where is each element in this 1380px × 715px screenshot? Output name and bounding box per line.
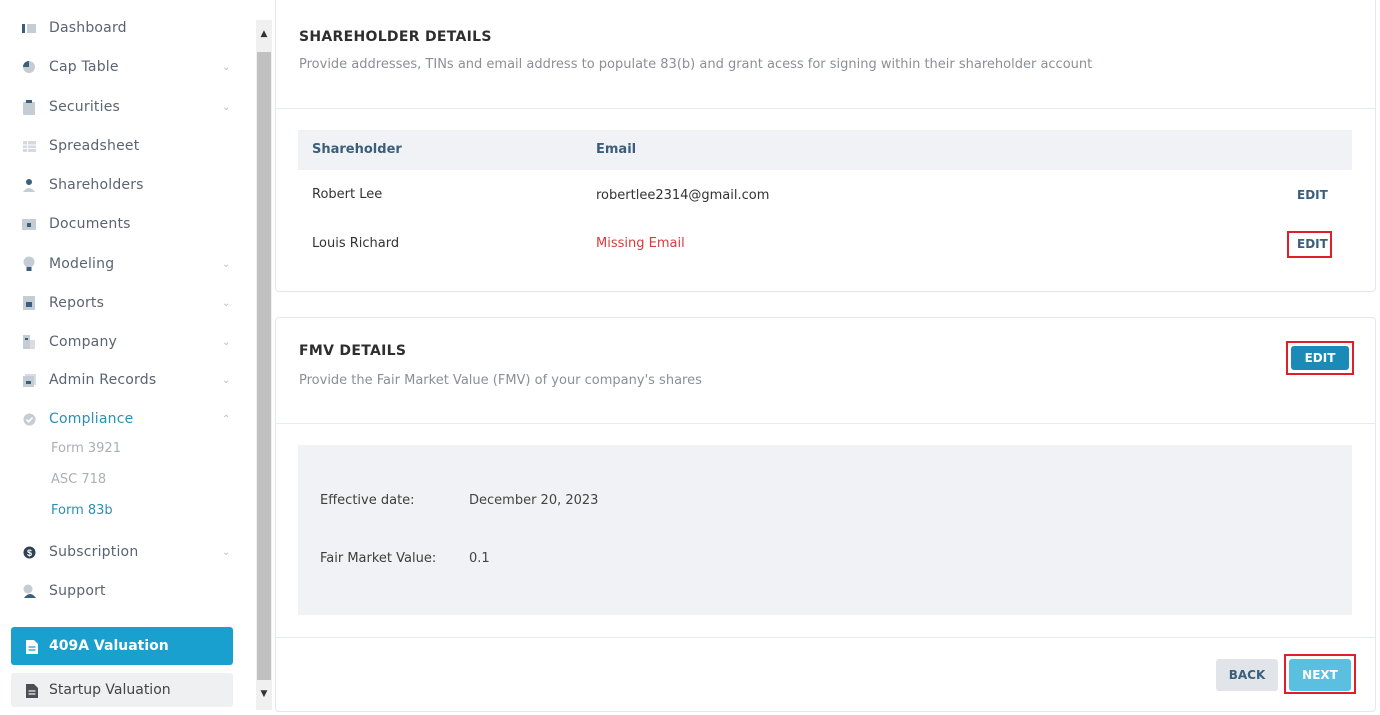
- user-icon: [21, 177, 37, 193]
- dollar-icon: $: [21, 544, 37, 560]
- sidebar-item-label: Reports: [49, 295, 105, 311]
- sidebar-item-label: Company: [49, 334, 118, 350]
- shareholder-name: Louis Richard: [312, 236, 400, 251]
- chevron-down-icon: ⌄: [222, 61, 231, 73]
- dashboard-icon: [21, 20, 37, 36]
- shareholder-details-subtitle: Provide addresses, TINs and email addres…: [299, 57, 1093, 72]
- sidebar-item-shareholders[interactable]: Shareholders: [0, 168, 248, 202]
- sidebar-item-reports[interactable]: Reports ⌄: [0, 286, 248, 320]
- sidebar-subitem-asc-718[interactable]: ASC 718: [51, 472, 106, 487]
- support-icon: [21, 583, 37, 599]
- effective-date-value: December 20, 2023: [469, 493, 599, 508]
- shareholder-name: Robert Lee: [312, 187, 383, 202]
- edit-shareholder-button[interactable]: EDIT: [1297, 237, 1328, 251]
- sidebar-item-admin-records[interactable]: Admin Records ⌄: [0, 363, 248, 397]
- sidebar-item-documents[interactable]: Documents: [0, 207, 248, 241]
- sidebar-item-spreadsheet[interactable]: Spreadsheet: [0, 129, 248, 163]
- sidebar-item-company[interactable]: Company ⌄: [0, 325, 248, 359]
- effective-date-label: Effective date:: [320, 493, 415, 508]
- fair-market-value-label: Fair Market Value:: [320, 551, 437, 566]
- sidebar-subitem-form-83b[interactable]: Form 83b: [51, 503, 113, 518]
- chevron-down-icon: ⌄: [222, 546, 231, 558]
- sidebar-item-dashboard[interactable]: Dashboard: [0, 11, 248, 45]
- lightbulb-icon: [21, 256, 37, 272]
- startup-valuation-button[interactable]: Startup Valuation: [11, 673, 233, 707]
- sidebar-item-label: Compliance: [49, 411, 134, 427]
- sidebar-item-label: Securities: [49, 99, 121, 115]
- sidebar-item-label: Modeling: [49, 256, 115, 272]
- edit-shareholder-button[interactable]: EDIT: [1297, 188, 1328, 202]
- chevron-down-icon: ⌄: [222, 336, 231, 348]
- sidebar-item-support[interactable]: Support: [0, 574, 248, 608]
- building-icon: [21, 334, 37, 350]
- divider: [276, 108, 1375, 109]
- sidebar-item-label: Spreadsheet: [49, 138, 140, 154]
- table-icon: [21, 138, 37, 154]
- divider: [276, 423, 1375, 424]
- column-header-shareholder: Shareholder: [312, 142, 402, 157]
- sidebar-item-securities[interactable]: Securities ⌄: [0, 90, 248, 124]
- document-icon: [26, 683, 38, 698]
- sidebar-item-subscription[interactable]: $ Subscription ⌄: [0, 535, 248, 569]
- pie-chart-icon: [21, 59, 37, 75]
- sidebar-item-cap-table[interactable]: Cap Table ⌄: [0, 50, 248, 84]
- chevron-up-icon: ⌃: [222, 413, 231, 425]
- sidebar-item-label: Dashboard: [49, 20, 127, 36]
- sidebar-item-label: Admin Records: [49, 372, 157, 388]
- chevron-down-icon: ⌄: [222, 101, 231, 113]
- clipboard-icon: [21, 99, 37, 115]
- scrollbar-thumb[interactable]: [257, 52, 271, 680]
- sidebar-subitem-form-3921[interactable]: Form 3921: [51, 441, 121, 456]
- shareholder-email: robertlee2314@gmail.com: [596, 188, 770, 203]
- sidebar-item-compliance[interactable]: Compliance ⌃: [0, 402, 248, 436]
- report-icon: [21, 295, 37, 311]
- document-icon: [26, 639, 38, 654]
- edit-fmv-button[interactable]: EDIT: [1291, 346, 1349, 370]
- next-button[interactable]: NEXT: [1289, 659, 1351, 691]
- scroll-down-arrow[interactable]: ▼: [256, 686, 272, 702]
- fmv-values-panel: Effective date: December 20, 2023 Fair M…: [298, 445, 1352, 615]
- svg-text:$: $: [26, 548, 31, 558]
- sidebar-item-modeling[interactable]: Modeling ⌄: [0, 247, 248, 281]
- fmv-details-subtitle: Provide the Fair Market Value (FMV) of y…: [299, 373, 702, 388]
- sidebar-item-label: Documents: [49, 216, 131, 232]
- 409a-valuation-button[interactable]: 409A Valuation: [11, 627, 233, 665]
- column-header-email: Email: [596, 142, 637, 157]
- folder-icon: [21, 216, 37, 232]
- chevron-down-icon: ⌄: [222, 258, 231, 270]
- scroll-up-arrow[interactable]: ▲: [256, 26, 272, 42]
- fmv-details-title: FMV DETAILS: [299, 343, 407, 359]
- sidebar-item-label: Shareholders: [49, 177, 144, 193]
- records-icon: [21, 372, 37, 388]
- chevron-down-icon: ⌄: [222, 374, 231, 386]
- chevron-down-icon: ⌄: [222, 297, 231, 309]
- shareholder-details-title: SHAREHOLDER DETAILS: [299, 29, 492, 45]
- missing-email-text: Missing Email: [596, 236, 685, 251]
- sidebar: Dashboard Cap Table ⌄ Securities ⌄ Sprea…: [0, 0, 248, 715]
- sidebar-item-label: Subscription: [49, 544, 139, 560]
- sidebar-item-label: Cap Table: [49, 59, 119, 75]
- 409a-valuation-label: 409A Valuation: [49, 638, 169, 654]
- sidebar-item-label: Support: [49, 583, 106, 599]
- startup-valuation-label: Startup Valuation: [49, 682, 171, 698]
- back-button[interactable]: BACK: [1216, 659, 1278, 691]
- table-header: Shareholder Email: [298, 130, 1352, 170]
- fair-market-value-value: 0.1: [469, 551, 490, 566]
- shield-check-icon: [21, 411, 37, 427]
- fmv-details-card: FMV DETAILS Provide the Fair Market Valu…: [275, 317, 1376, 712]
- shareholder-details-card: SHAREHOLDER DETAILS Provide addresses, T…: [275, 0, 1376, 292]
- divider: [276, 637, 1375, 638]
